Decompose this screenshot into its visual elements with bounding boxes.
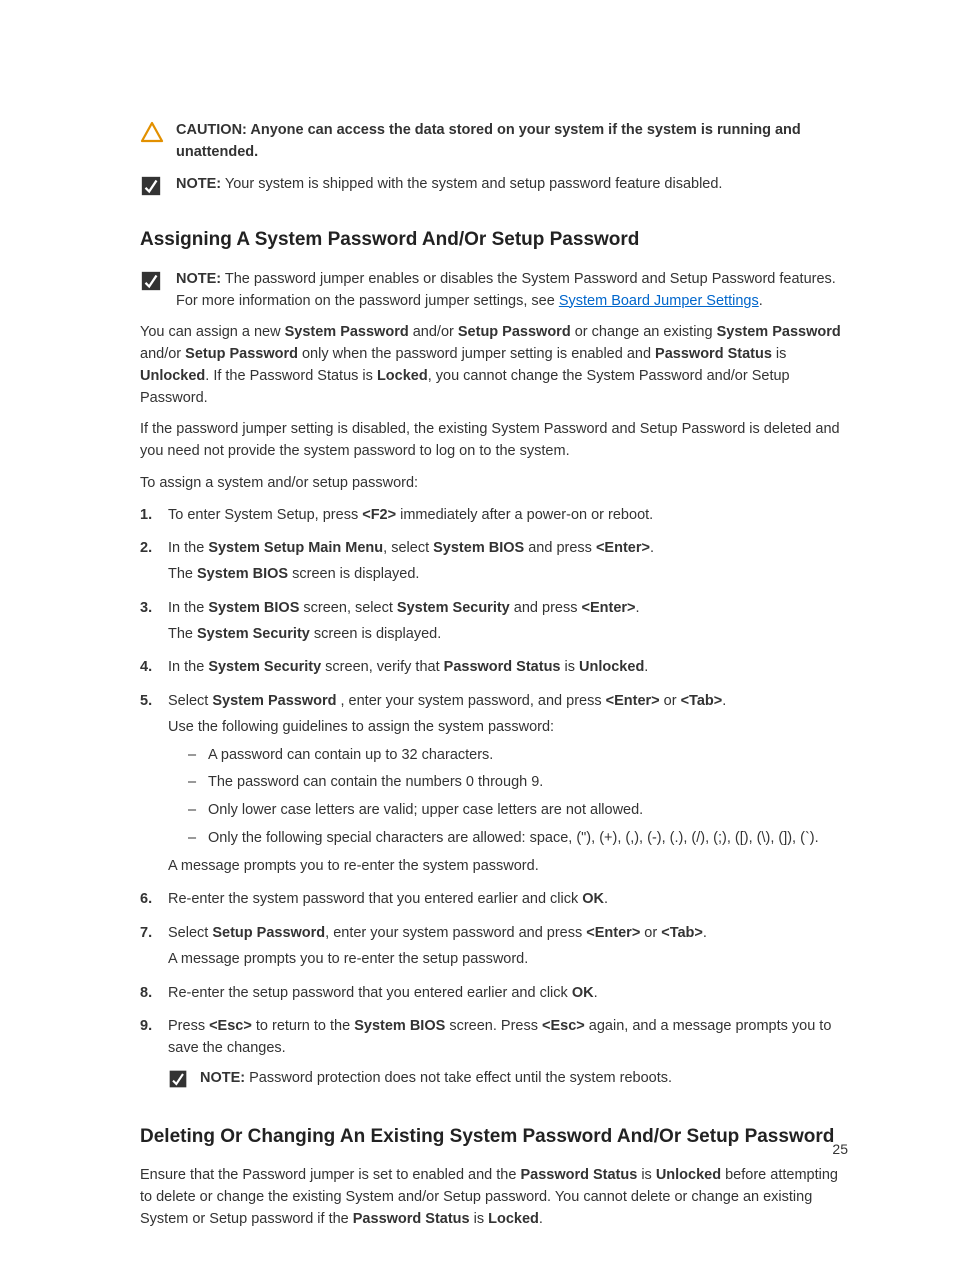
step-line: To enter System Setup, press <F2> immedi…	[168, 505, 848, 527]
para-assign-conditions: You can assign a new System Password and…	[140, 322, 848, 409]
step-line: The System Security screen is displayed.	[168, 624, 848, 646]
heading-assigning: Assigning A System Password And/Or Setup…	[140, 226, 848, 255]
step-body: In the System Security screen, verify th…	[168, 657, 848, 683]
page-number: 25	[832, 1139, 848, 1160]
step-line: In the System Security screen, verify th…	[168, 657, 848, 679]
step-number: 1.	[140, 505, 168, 531]
step-body: Select System Password , enter your syst…	[168, 691, 848, 881]
step-number: 3.	[140, 598, 168, 650]
step-number: 5.	[140, 691, 168, 881]
guideline-item: –The password can contain the numbers 0 …	[188, 772, 848, 794]
step-number: 8.	[140, 983, 168, 1009]
step-line: The System BIOS screen is displayed.	[168, 564, 848, 586]
guideline-item: –A password can contain up to 32 charact…	[188, 745, 848, 767]
para-jumper-disabled: If the password jumper setting is disabl…	[140, 419, 848, 463]
step-line: In the System Setup Main Menu, select Sy…	[168, 538, 848, 560]
step-body: Select Setup Password, enter your system…	[168, 923, 848, 975]
caution-callout: CAUTION: Anyone can access the data stor…	[140, 120, 848, 164]
step-line: A message prompts you to re-enter the sy…	[168, 856, 848, 878]
step-body: Re-enter the setup password that you ent…	[168, 983, 848, 1009]
step-line: Select Setup Password, enter your system…	[168, 923, 848, 945]
step-number: 4.	[140, 657, 168, 683]
guideline-item: –Only lower case letters are valid; uppe…	[188, 800, 848, 822]
step-line: Re-enter the setup password that you ent…	[168, 983, 848, 1005]
heading-deleting: Deleting Or Changing An Existing System …	[140, 1123, 848, 1152]
note-callout-2: NOTE: The password jumper enables or dis…	[140, 269, 848, 313]
step-line: A message prompts you to re-enter the se…	[168, 949, 848, 971]
step-line: Press <Esc> to return to the System BIOS…	[168, 1016, 848, 1060]
step-item: 5.Select System Password , enter your sy…	[140, 691, 848, 881]
step-item: 4.In the System Security screen, verify …	[140, 657, 848, 683]
step-item: 6.Re-enter the system password that you …	[140, 889, 848, 915]
note-callout-1: NOTE: Your system is shipped with the sy…	[140, 174, 848, 205]
note-icon	[140, 270, 168, 300]
step-body: Re-enter the system password that you en…	[168, 889, 848, 915]
step-number: 7.	[140, 923, 168, 975]
note-text-inline: NOTE: Password protection does not take …	[200, 1068, 672, 1090]
step-line: Use the following guidelines to assign t…	[168, 717, 848, 739]
step-item: 9.Press <Esc> to return to the System BI…	[140, 1016, 848, 1100]
note-text-1: NOTE: Your system is shipped with the sy…	[176, 174, 848, 196]
step-item: 8.Re-enter the setup password that you e…	[140, 983, 848, 1009]
guidelines-list: –A password can contain up to 32 charact…	[188, 745, 848, 850]
step-line: Select System Password , enter your syst…	[168, 691, 848, 713]
para-to-assign: To assign a system and/or setup password…	[140, 473, 848, 495]
note-icon	[140, 175, 168, 205]
step-item: 1.To enter System Setup, press <F2> imme…	[140, 505, 848, 531]
caution-text: CAUTION: Anyone can access the data stor…	[176, 120, 848, 164]
note-text-2: NOTE: The password jumper enables or dis…	[176, 269, 848, 313]
para-delete-conditions: Ensure that the Password jumper is set t…	[140, 1165, 848, 1230]
step-item: 2.In the System Setup Main Menu, select …	[140, 538, 848, 590]
guideline-item: –Only the following special characters a…	[188, 828, 848, 850]
step-number: 2.	[140, 538, 168, 590]
steps-list: 1.To enter System Setup, press <F2> imme…	[140, 505, 848, 1101]
step-line: In the System BIOS screen, select System…	[168, 598, 848, 620]
step-body: Press <Esc> to return to the System BIOS…	[168, 1016, 848, 1100]
step-number: 9.	[140, 1016, 168, 1100]
step-body: In the System BIOS screen, select System…	[168, 598, 848, 650]
step-body: To enter System Setup, press <F2> immedi…	[168, 505, 848, 531]
step-body: In the System Setup Main Menu, select Sy…	[168, 538, 848, 590]
caution-icon	[140, 121, 168, 151]
step-item: 3.In the System BIOS screen, select Syst…	[140, 598, 848, 650]
note-callout-inline: NOTE: Password protection does not take …	[168, 1068, 848, 1097]
step-number: 6.	[140, 889, 168, 915]
step-line: Re-enter the system password that you en…	[168, 889, 848, 911]
note-icon	[168, 1069, 192, 1097]
jumper-settings-link[interactable]: System Board Jumper Settings	[559, 293, 759, 309]
step-item: 7.Select Setup Password, enter your syst…	[140, 923, 848, 975]
